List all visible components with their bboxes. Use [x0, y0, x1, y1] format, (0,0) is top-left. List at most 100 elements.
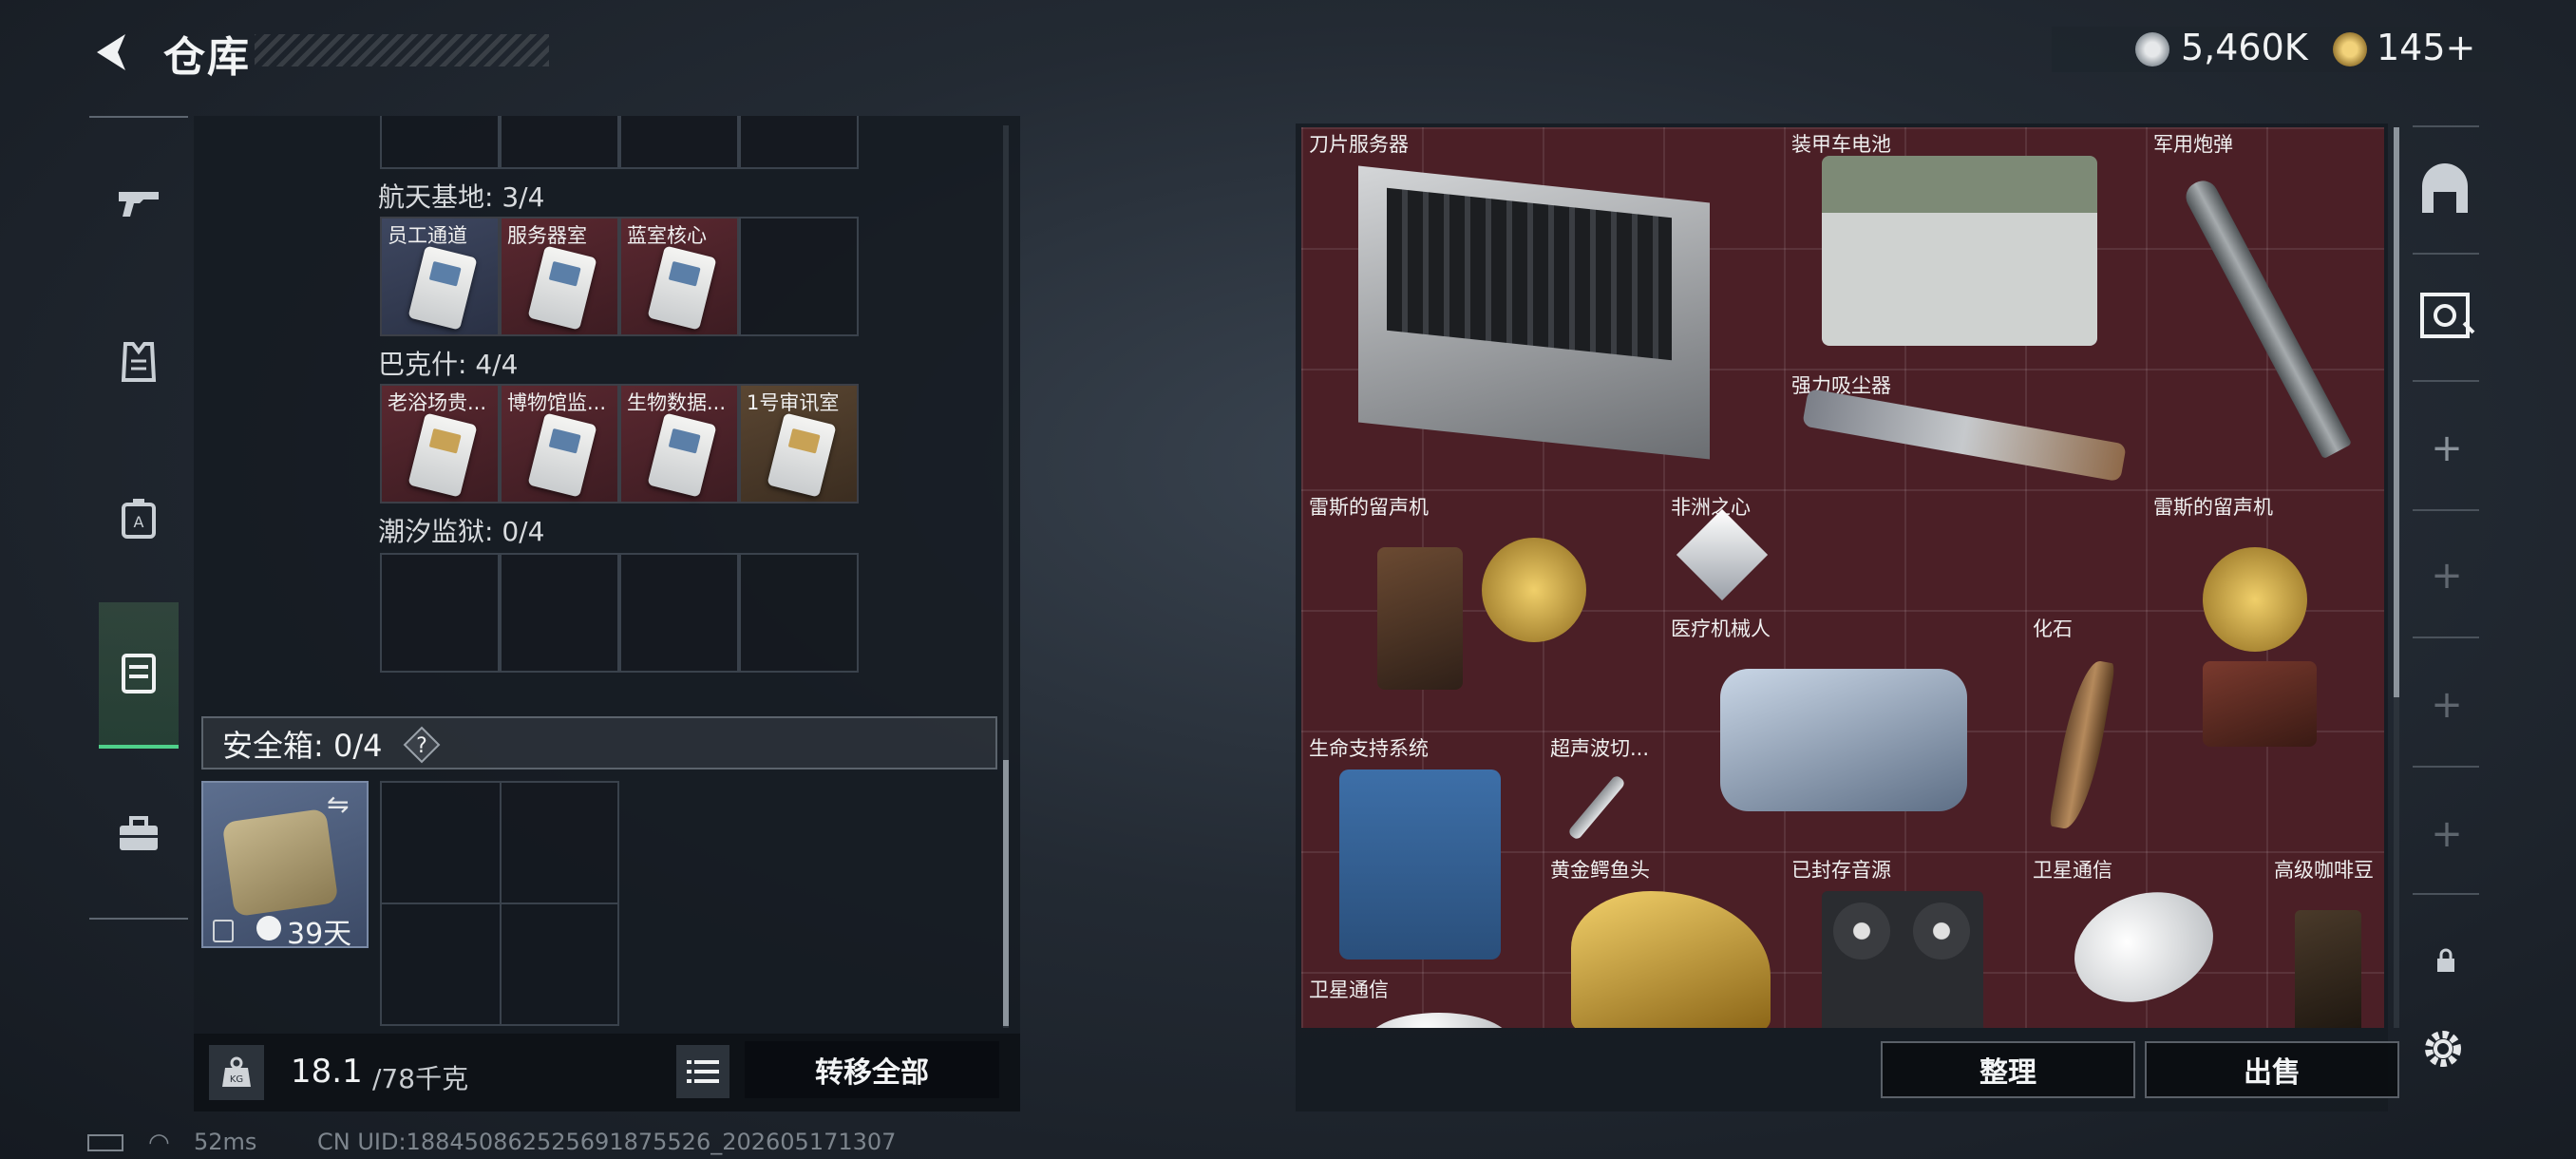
empty-slot[interactable] — [380, 553, 500, 673]
backpack-icon: A — [122, 499, 156, 539]
keycard-item[interactable]: 博物馆监... — [500, 384, 619, 504]
safe-case-item[interactable]: ⇋ 39天 — [201, 781, 369, 951]
fossil-icon — [2048, 656, 2116, 833]
help-icon[interactable]: ? — [403, 726, 441, 764]
missile-icon — [2180, 175, 2353, 460]
item-name: 卫星通信 — [2033, 859, 2112, 882]
sell-button[interactable]: 出售 — [2145, 1041, 2399, 1098]
clock-icon — [256, 916, 281, 940]
item-name: 卫星通信 — [1309, 978, 1389, 1001]
list-view-button[interactable] — [676, 1045, 729, 1098]
keycard-item[interactable]: 员工通道 — [380, 217, 500, 336]
stash-item[interactable]: 装甲车电池 — [1784, 127, 2145, 367]
warehouse-icon — [2422, 163, 2468, 213]
stash-item[interactable]: 化石 — [2025, 612, 2145, 851]
stash-tab-divider — [2413, 893, 2479, 895]
silver-coin-icon — [2135, 32, 2169, 66]
nav-armor[interactable] — [99, 323, 179, 403]
ultrasonic-cutter-icon — [1566, 773, 1627, 842]
life-support-icon — [1339, 770, 1501, 960]
keycard-name: 服务器室 — [507, 224, 587, 247]
stash-tab-divider — [2413, 636, 2479, 638]
empty-slot[interactable] — [500, 116, 619, 169]
add-stash-tab-icon[interactable]: + — [2428, 686, 2466, 724]
empty-slot[interactable] — [500, 553, 619, 673]
ping-value: 52ms — [194, 1129, 257, 1155]
phonograph-icon — [1377, 547, 1463, 690]
nav-divider — [89, 116, 188, 118]
item-name: 超声波切... — [1550, 737, 1650, 760]
item-name: 装甲车电池 — [1791, 133, 1891, 156]
blade-server-icon — [1358, 165, 1710, 460]
empty-slot[interactable] — [739, 553, 859, 673]
stash-tab-display[interactable] — [2418, 289, 2475, 342]
nav-case[interactable] — [99, 794, 179, 874]
section-label-tide-prison: 潮汐监狱: 0/4 — [378, 516, 545, 547]
stash-tab-storage[interactable] — [2418, 163, 2472, 217]
stash-item[interactable]: 医疗机械人 — [1663, 612, 2024, 851]
stash-item[interactable]: 已封存音源 — [1784, 853, 2023, 1028]
transfer-all-button[interactable]: 转移全部 — [745, 1041, 999, 1098]
stash-item[interactable]: 雷斯的留声机 — [1301, 490, 1662, 730]
gold-currency-value[interactable]: 145+ — [2377, 27, 2475, 68]
stash-item[interactable]: 雷斯的留声机 — [2146, 490, 2384, 851]
cabinet-icon — [2420, 293, 2475, 338]
weight-max: /78千克 — [372, 1063, 469, 1094]
coffee-bag-icon — [2295, 910, 2361, 1028]
keycard-icon — [407, 412, 478, 498]
nav-chest-rig[interactable] — [99, 602, 179, 749]
empty-slot[interactable] — [380, 116, 500, 169]
stash-item[interactable]: 刀片服务器 — [1301, 127, 1782, 488]
item-name: 雷斯的留声机 — [2153, 496, 2273, 519]
diamond-icon — [1676, 508, 1769, 601]
empty-slot[interactable] — [619, 553, 739, 673]
nav-backpack[interactable]: A — [99, 479, 179, 559]
gold-crocodile-icon — [1571, 891, 1771, 1028]
svg-text:A: A — [134, 513, 144, 531]
safe-case-duration: 39天 — [287, 918, 352, 951]
swap-icon[interactable]: ⇋ — [327, 788, 349, 820]
keycard-name: 博物馆监... — [507, 391, 607, 414]
stash-item[interactable]: 卫星通信 — [2025, 853, 2264, 1028]
stash-item[interactable]: 非洲之心 — [1663, 490, 1783, 610]
keycard-item[interactable]: 蓝室核心 — [619, 217, 739, 336]
add-stash-tab-icon[interactable]: + — [2428, 557, 2466, 595]
empty-slot[interactable] — [619, 116, 739, 169]
keycard-item[interactable]: 老浴场贵... — [380, 384, 500, 504]
section-label-space-base: 航天基地: 3/4 — [378, 181, 545, 213]
stash-item[interactable]: 卫星通信 — [1301, 973, 1541, 1028]
back-arrow-icon[interactable] — [87, 28, 135, 76]
item-name: 已封存音源 — [1791, 859, 1891, 882]
stash-item[interactable]: 生命支持系统 — [1301, 732, 1541, 971]
stash-item[interactable]: 高级咖啡豆 — [2266, 853, 2384, 1028]
inventory-scroll-thumb[interactable] — [1003, 760, 1009, 1026]
item-name: 医疗机械人 — [1671, 618, 1771, 640]
add-stash-tab-icon[interactable]: + — [2428, 815, 2466, 853]
uid-text: CN UID:1884508625256918755​26_2026051713… — [317, 1129, 897, 1155]
stash-tab-divider — [2413, 509, 2479, 511]
stash-item[interactable]: 强力吸尘器 — [1784, 369, 2145, 488]
nav-weapons[interactable] — [99, 163, 179, 243]
stash-item[interactable]: 军用炮弹 — [2146, 127, 2384, 488]
stash-scroll-thumb[interactable] — [2394, 127, 2399, 697]
settings-gear-icon[interactable] — [2420, 1026, 2466, 1072]
keycard-item[interactable]: 1号审讯室 — [739, 384, 859, 504]
armor-vest-icon — [121, 342, 157, 382]
keycard-item[interactable]: 服务器室 — [500, 217, 619, 336]
item-name: 化石 — [2033, 618, 2073, 640]
empty-slot[interactable] — [739, 217, 859, 336]
keycard-icon — [407, 245, 478, 331]
item-name: 高级咖啡豆 — [2274, 859, 2374, 882]
stash-tab-divider — [2413, 253, 2479, 255]
keycard-name: 蓝室核心 — [627, 224, 707, 247]
weight-icon: KG — [209, 1045, 264, 1100]
tidy-button[interactable]: 整理 — [1881, 1041, 2135, 1098]
item-name: 黄金鳄鱼头 — [1550, 859, 1650, 882]
add-stash-tab-icon[interactable]: + — [2428, 429, 2466, 467]
stash-item[interactable]: 黄金鳄鱼头 — [1543, 853, 1782, 1028]
keycard-item[interactable]: 生物数据... — [619, 384, 739, 504]
item-name: 刀片服务器 — [1309, 133, 1409, 156]
empty-slot[interactable] — [739, 116, 859, 169]
keycard-icon — [647, 412, 717, 498]
stash-item[interactable]: 超声波切... — [1543, 732, 1662, 851]
